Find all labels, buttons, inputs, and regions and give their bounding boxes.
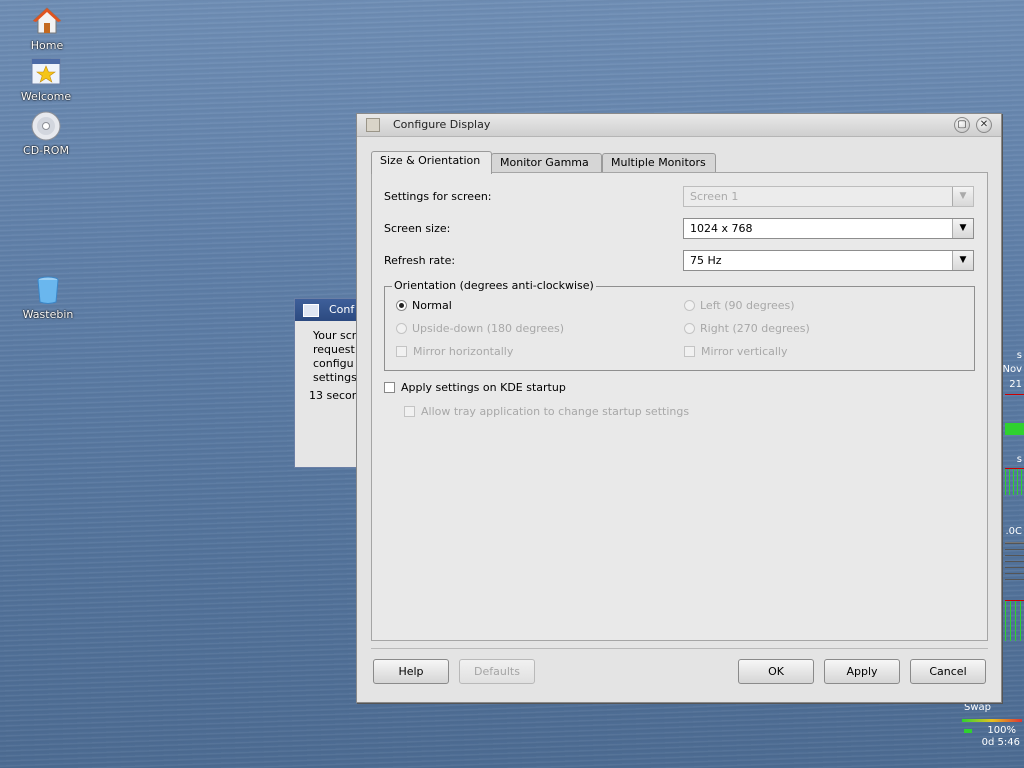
temperature: .0C <box>1005 526 1022 537</box>
checkbox-indicator <box>396 346 407 357</box>
radio-indicator <box>684 323 695 334</box>
ok-button[interactable]: OK <box>738 659 814 684</box>
mirror-vertically-checkbox: Mirror vertically <box>684 345 788 358</box>
chevron-down-icon[interactable]: ▼ <box>952 251 973 270</box>
ok-label: OK <box>768 665 784 678</box>
chevron-down-icon: ▼ <box>952 187 973 206</box>
orientation-upside-down-label: Upside-down (180 degrees) <box>412 322 565 335</box>
configure-display-window[interactable]: Configure Display ▢ ✕ Size & Orientation… <box>356 113 1002 703</box>
screen-select: Screen 1 ▼ <box>683 186 974 207</box>
confirm-dialog-titlebar[interactable]: Conf <box>295 299 363 321</box>
monitor-label: s <box>1016 350 1022 361</box>
refresh-rate-label: Refresh rate: <box>384 254 456 267</box>
load-graph <box>1005 468 1024 495</box>
help-label: Help <box>398 665 424 678</box>
cancel-label: Cancel <box>929 665 967 678</box>
desktop-icon-label: CD-ROM <box>23 144 69 157</box>
countdown-text: 13 secon <box>309 389 359 402</box>
apply-button[interactable]: Apply <box>824 659 900 684</box>
confirm-dialog-body: Your scr request configu settings 13 sec… <box>295 321 363 403</box>
orientation-legend: Orientation (degrees anti-clockwise) <box>392 279 596 292</box>
checkbox-indicator[interactable] <box>384 382 395 393</box>
radio-indicator <box>684 300 695 311</box>
screen-select-value: Screen 1 <box>690 190 739 203</box>
apply-label: Apply <box>846 665 878 678</box>
button-separator <box>371 648 988 649</box>
date-day: 21 <box>1009 379 1022 390</box>
chevron-down-icon[interactable]: ▼ <box>952 219 973 238</box>
mirror-horizontally-label: Mirror horizontally <box>413 345 514 358</box>
radio-indicator[interactable] <box>396 300 407 311</box>
window-title: Configure Display <box>393 118 491 131</box>
wastebin-icon <box>37 276 59 304</box>
screen-size-label: Screen size: <box>384 222 451 235</box>
home-icon <box>32 7 62 34</box>
allow-tray-label: Allow tray application to change startup… <box>421 405 690 418</box>
orientation-right-label: Right (270 degrees) <box>700 322 810 335</box>
cpu-graph <box>1005 394 1024 435</box>
maximize-button[interactable]: ▢ <box>954 117 970 133</box>
desktop-icon-welcome[interactable]: Welcome <box>16 56 76 103</box>
help-button[interactable]: Help <box>373 659 449 684</box>
desktop-icon-cdrom[interactable]: CD-ROM <box>16 110 76 157</box>
date-month: Nov <box>1002 364 1022 375</box>
desktop-icon-home[interactable]: Home <box>17 5 77 52</box>
swap-percent: 100% <box>987 725 1016 736</box>
window-menu-icon[interactable] <box>366 118 380 132</box>
window-titlebar[interactable]: Configure Display ▢ ✕ <box>357 114 1001 137</box>
settings-for-screen-label: Settings for screen: <box>384 190 492 203</box>
radio-indicator <box>396 323 407 334</box>
apply-on-startup-label: Apply settings on KDE startup <box>401 381 566 394</box>
display-icon <box>303 304 319 317</box>
mirror-horizontally-checkbox: Mirror horizontally <box>396 345 513 358</box>
checkbox-indicator <box>404 406 415 417</box>
close-button[interactable]: ✕ <box>976 117 992 133</box>
tab-size-orientation[interactable]: Size & Orientation <box>371 151 492 174</box>
orientation-normal-radio[interactable]: Normal <box>396 299 452 312</box>
tab-monitor-gamma[interactable]: Monitor Gamma <box>491 153 602 173</box>
orientation-right-radio: Right (270 degrees) <box>684 322 810 335</box>
temp-graph <box>1005 542 1024 583</box>
monitor-label: s <box>1016 454 1022 465</box>
cdrom-icon <box>31 111 61 141</box>
allow-tray-checkbox: Allow tray application to change startup… <box>404 405 689 418</box>
orientation-group: Orientation (degrees anti-clockwise) Nor… <box>384 279 975 371</box>
uptime: 0d 5:46 <box>981 737 1020 748</box>
desktop-icon-wastebin[interactable]: Wastebin <box>18 274 78 321</box>
orientation-left-label: Left (90 degrees) <box>700 299 795 312</box>
defaults-label: Defaults <box>474 665 520 678</box>
desktop-icon-label: Home <box>30 39 64 52</box>
swap-widget: Swap 100% 0d 5:46 <box>958 702 1024 768</box>
net-graph <box>1005 600 1024 641</box>
orientation-upside-down-radio: Upside-down (180 degrees) <box>396 322 564 335</box>
checkbox-indicator <box>684 346 695 357</box>
system-monitor-panel: s Nov 21 s .0C <box>1002 350 1024 650</box>
mirror-vertically-label: Mirror vertically <box>701 345 788 358</box>
desktop-icon-label: Wastebin <box>22 308 74 321</box>
apply-on-startup-checkbox[interactable]: Apply settings on KDE startup <box>384 381 566 394</box>
welcome-star-icon <box>31 58 61 85</box>
tab-multiple-monitors[interactable]: Multiple Monitors <box>602 153 716 173</box>
swap-led <box>964 729 972 733</box>
confirm-dialog[interactable]: Conf Your scr request configu settings 1… <box>294 298 364 468</box>
orientation-normal-label: Normal <box>412 299 452 312</box>
swap-meter <box>962 719 1022 722</box>
swap-label: Swap <box>964 702 992 713</box>
cancel-button[interactable]: Cancel <box>910 659 986 684</box>
defaults-button: Defaults <box>459 659 535 684</box>
screen-size-value: 1024 x 768 <box>690 222 753 235</box>
refresh-rate-value: 75 Hz <box>690 254 722 267</box>
confirm-dialog-title: Conf <box>329 303 355 316</box>
orientation-left-radio: Left (90 degrees) <box>684 299 795 312</box>
desktop-icon-label: Welcome <box>20 90 72 103</box>
size-orientation-panel: Settings for screen: Screen 1 ▼ Screen s… <box>371 172 988 641</box>
screen-size-select[interactable]: 1024 x 768 ▼ <box>683 218 974 239</box>
refresh-rate-select[interactable]: 75 Hz ▼ <box>683 250 974 271</box>
